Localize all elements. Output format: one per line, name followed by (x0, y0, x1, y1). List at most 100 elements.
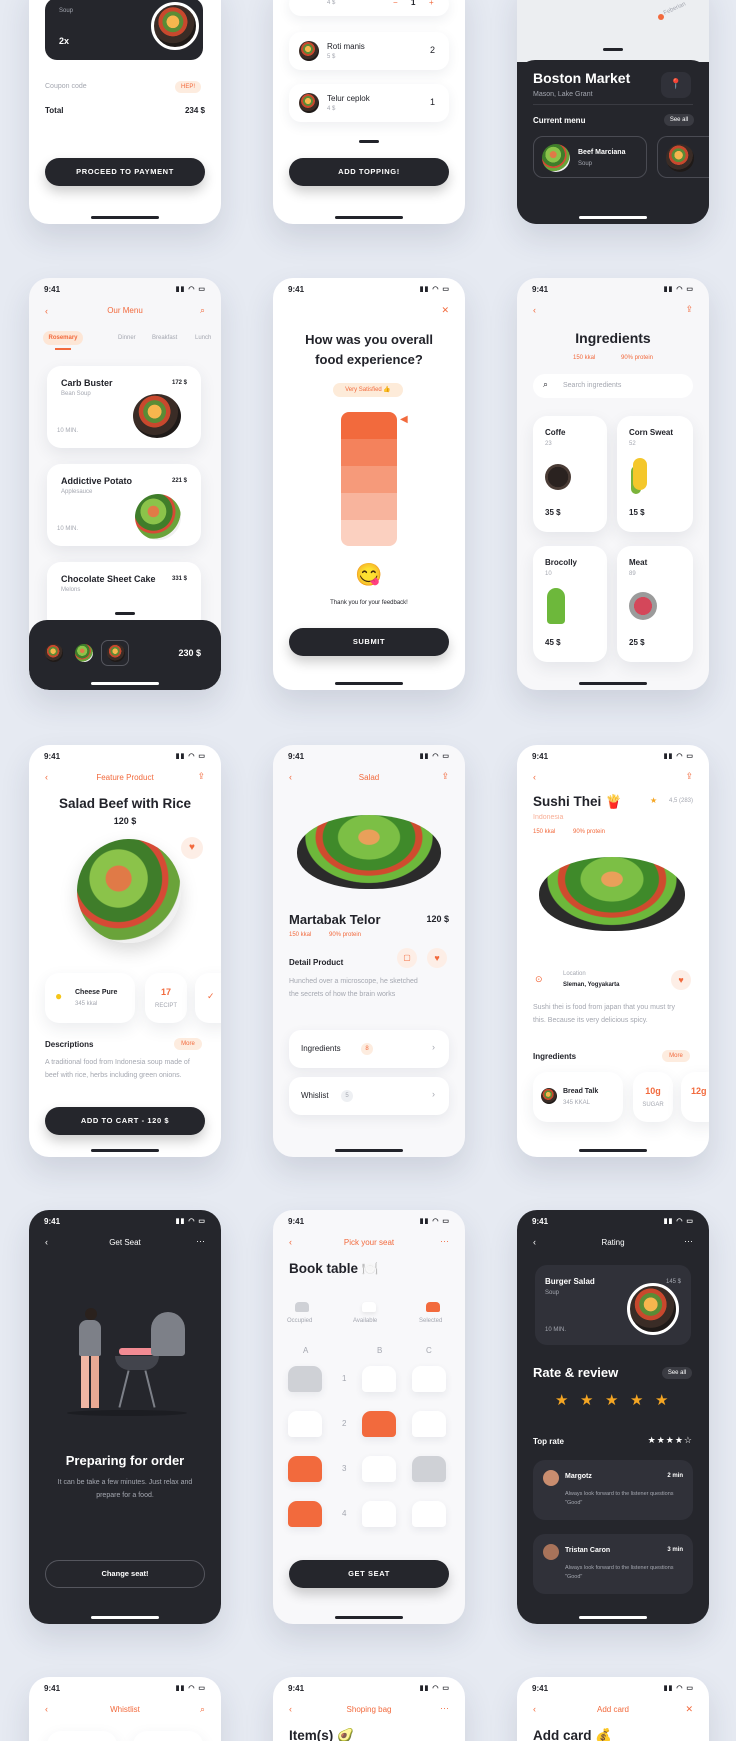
nutrition-chip[interactable]: 12g (681, 1072, 709, 1122)
dish-card[interactable]: Burger Salad Soup 145 $ 10 MIN. (535, 1265, 691, 1345)
bread-image (541, 1088, 557, 1104)
proceed-payment-button[interactable]: PROCEED TO PAYMENT (45, 158, 205, 186)
reviewer-name: Margotz (565, 1473, 592, 1480)
add-topping-button[interactable]: ADD TOPPING! (289, 158, 449, 186)
protein-label: 90% protein (329, 932, 362, 938)
more-icon[interactable]: ··· (440, 1236, 449, 1246)
rating-star-2[interactable]: ★ (580, 1391, 593, 1409)
seat-b4[interactable] (362, 1501, 396, 1527)
nutrition-chip[interactable]: ● Cheese Pure 345 kkal (45, 973, 135, 1023)
whislist-row[interactable]: Whislist 5 › (289, 1077, 449, 1115)
cart-item-card[interactable]: Soup 2x (45, 0, 203, 60)
menu-item-price: 221 $ (171, 478, 187, 484)
page-header: Shoping bag (346, 1705, 392, 1714)
seat-b3[interactable] (362, 1456, 396, 1482)
tab-lunch[interactable]: Lunch (195, 335, 211, 341)
seat-c4[interactable] (412, 1501, 446, 1527)
topping-row[interactable]: 4 $ − 1 + (289, 0, 449, 16)
more-icon[interactable]: ··· (196, 1236, 205, 1246)
seat-c3[interactable] (412, 1456, 446, 1482)
topping-row[interactable]: Telur ceplok 4 $ 1 (289, 84, 449, 122)
back-icon[interactable]: ‹ (533, 305, 536, 315)
broccoli-image (547, 588, 565, 624)
nutrition-chip[interactable]: Bread Talk 345 KKAL (533, 1072, 623, 1122)
menu-card-next[interactable] (657, 136, 709, 178)
home-indicator (91, 216, 159, 219)
search-icon: ⌕ (543, 379, 549, 389)
nutrition-chip[interactable]: ✓ (195, 973, 221, 1023)
share-icon[interactable]: ⇪ (441, 771, 449, 782)
seat-a4[interactable] (288, 1501, 322, 1527)
see-all-button[interactable]: See all (662, 1367, 692, 1379)
back-icon[interactable]: ‹ (533, 772, 536, 782)
seat-a2[interactable] (288, 1411, 322, 1437)
submit-button[interactable]: SUBMIT (289, 628, 449, 656)
ingredient-count: 23 (545, 441, 552, 447)
favorite-button[interactable]: ♥ (427, 948, 447, 968)
ingredient-card[interactable]: Brocolly 10 45 $ (533, 546, 607, 662)
ingredient-count: 89 (629, 571, 636, 577)
map-view[interactable]: Feberian (517, 0, 709, 62)
page-title: Our Menu (107, 306, 143, 315)
review-card[interactable]: Tristan Caron 3 min Always look forward … (533, 1534, 693, 1594)
review-card[interactable]: Margotz 2 min Always look forward to the… (533, 1460, 693, 1520)
share-icon[interactable]: ⇪ (685, 304, 693, 315)
search-icon[interactable]: ⌕ (200, 1704, 205, 1715)
more-button[interactable]: More (174, 1038, 202, 1050)
search-input[interactable]: ⌕ Search ingredients (533, 374, 693, 398)
seat-a3[interactable] (288, 1456, 322, 1482)
seat-c1[interactable] (412, 1366, 446, 1392)
menu-card[interactable]: Beef Marciana Soup (533, 136, 647, 178)
menu-item-card[interactable]: Addictive Potato Applesauce 221 $ 10 MIN… (47, 464, 201, 546)
ingredient-card[interactable]: Corn Sweat 52 15 $ (617, 416, 693, 532)
add-to-cart-button[interactable]: ADD TO CART - 120 $ (45, 1107, 205, 1135)
more-button[interactable]: More (662, 1050, 690, 1062)
share-icon[interactable]: ⇪ (685, 771, 693, 782)
nutrition-chip[interactable]: 10g SUGAR (633, 1072, 673, 1122)
thanks-text: Thank you for your feedback! (330, 600, 408, 606)
more-icon[interactable]: ··· (684, 1236, 693, 1246)
favorite-button[interactable]: ♥ (181, 837, 203, 859)
coupon-badge[interactable]: HEP! (175, 81, 201, 93)
cart-bar[interactable]: 230 $ (29, 612, 221, 690)
nutrition-chip[interactable]: 17 RECIPT (145, 973, 187, 1023)
favorite-button[interactable]: ♥ (671, 970, 691, 990)
dish-image (297, 815, 441, 889)
seat-b2[interactable] (362, 1411, 396, 1437)
see-all-button[interactable]: See all (664, 114, 694, 126)
ingredients-row[interactable]: Ingredients 8 › (289, 1030, 449, 1068)
minus-button[interactable]: − (393, 0, 398, 7)
seat-a1[interactable] (288, 1366, 322, 1392)
rating-star-4[interactable]: ★ (630, 1391, 643, 1409)
change-seat-button[interactable]: Change seat! (45, 1560, 205, 1588)
dish-image (542, 144, 570, 172)
bag-button[interactable]: ▢ (397, 948, 417, 968)
restaurant-address: Mason, Lake Grant (533, 91, 593, 98)
tab-rosemary[interactable]: Rosemary (43, 331, 83, 345)
ingredient-card[interactable]: Coffe 23 35 $ (533, 416, 607, 532)
topping-row[interactable]: Roti manis 5 $ 2 (289, 32, 449, 70)
dish-image (627, 1283, 679, 1335)
rating-star-5[interactable]: ★ (655, 1391, 668, 1409)
close-icon[interactable]: ✕ (441, 305, 449, 316)
wish-card[interactable] (133, 1731, 203, 1741)
tab-dinner[interactable]: Dinner (118, 335, 136, 341)
rating-star-1[interactable]: ★ (555, 1391, 568, 1409)
seat-b1[interactable] (362, 1366, 396, 1392)
wish-card[interactable] (47, 1731, 117, 1741)
plus-button[interactable]: + (429, 0, 434, 7)
rating-slider[interactable] (341, 412, 397, 546)
seat-c2[interactable] (412, 1411, 446, 1437)
search-icon[interactable]: ⌕ (200, 305, 205, 316)
more-icon[interactable]: ··· (440, 1703, 449, 1713)
ingredient-card[interactable]: Meat 89 25 $ (617, 546, 693, 662)
share-icon[interactable]: ⇪ (197, 771, 205, 782)
map-pin-icon (658, 14, 664, 20)
close-icon[interactable]: ✕ (685, 1704, 693, 1715)
location-pin-button[interactable]: 📍 (661, 72, 691, 98)
chip-sub: 345 KKAL (563, 1100, 591, 1106)
rating-star-3[interactable]: ★ (605, 1391, 618, 1409)
tab-breakfast[interactable]: Breakfast (152, 335, 177, 341)
get-seat-button[interactable]: GET SEAT (289, 1560, 449, 1588)
menu-item-card[interactable]: Carb Buster Bean Soup 172 $ 10 MIN. (47, 366, 201, 448)
